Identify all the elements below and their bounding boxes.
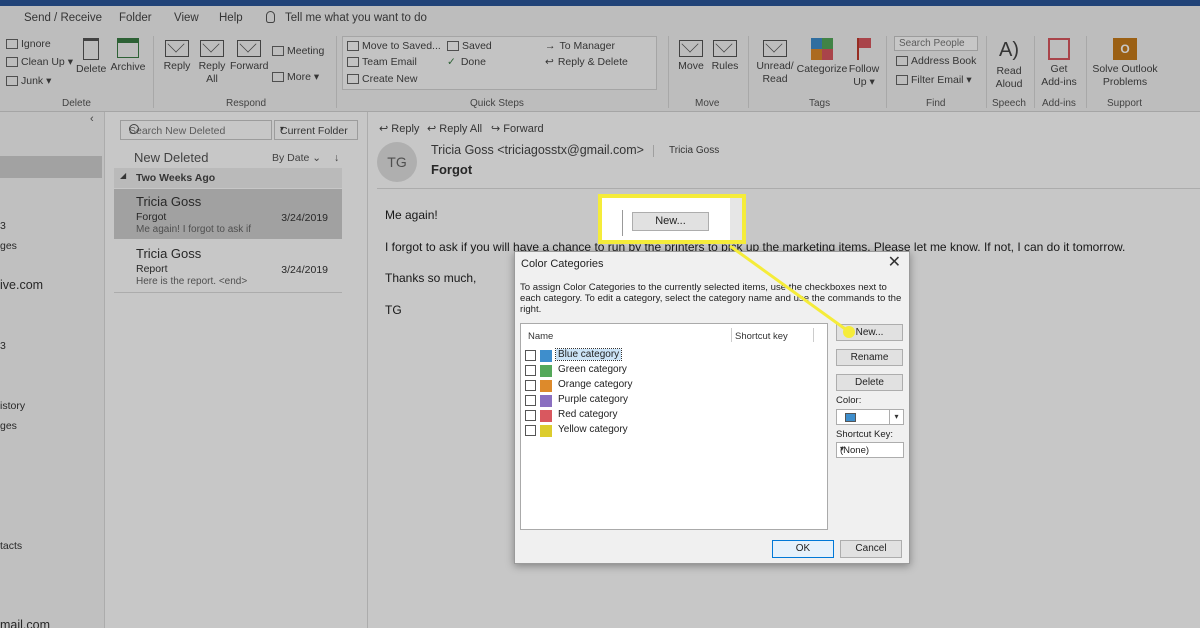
category-checkbox[interactable] (525, 380, 536, 391)
category-name[interactable]: Orange category (556, 379, 635, 390)
delete-button[interactable]: Delete (836, 374, 903, 391)
close-icon[interactable]: ✕ (888, 254, 901, 272)
category-row[interactable]: Purple category (525, 394, 725, 408)
callout-new-button[interactable]: New... (632, 212, 709, 231)
category-color-swatch (540, 380, 552, 392)
category-checkbox[interactable] (525, 365, 536, 376)
category-name[interactable]: Blue category (554, 348, 623, 361)
category-color-swatch (540, 350, 552, 362)
column-divider (731, 328, 732, 342)
dialog-title: Color Categories (521, 258, 604, 270)
category-color-swatch (540, 365, 552, 377)
color-picker[interactable]: ▾ (836, 409, 904, 425)
category-row[interactable]: Orange category (525, 379, 725, 393)
category-name[interactable]: Green category (556, 364, 629, 375)
shortcut-column-header[interactable]: Shortcut key (735, 331, 788, 342)
category-checkbox[interactable] (525, 395, 536, 406)
shortcut-key-select[interactable]: (None) ▾ (836, 442, 904, 458)
callout-divider (622, 210, 623, 236)
category-name[interactable]: Yellow category (556, 424, 630, 435)
category-row[interactable]: Yellow category (525, 424, 725, 438)
chevron-down-icon: ▾ (889, 410, 903, 424)
column-divider (813, 328, 814, 342)
category-row[interactable]: Green category (525, 364, 725, 378)
color-categories-dialog: Color Categories ✕ To assign Color Categ… (514, 251, 910, 564)
category-checkbox[interactable] (525, 410, 536, 421)
cancel-button[interactable]: Cancel (840, 540, 902, 558)
category-name[interactable]: Purple category (556, 394, 630, 405)
color-label: Color: (836, 395, 862, 406)
name-column-header[interactable]: Name (528, 331, 553, 342)
category-color-swatch (540, 425, 552, 437)
category-name[interactable]: Red category (556, 409, 619, 420)
shortcut-key-label: Shortcut Key: (836, 429, 894, 440)
new-category-button[interactable]: New... (836, 324, 903, 341)
selected-color-swatch (845, 413, 856, 422)
category-checkbox[interactable] (525, 425, 536, 436)
category-checkbox[interactable] (525, 350, 536, 361)
callout-edge (730, 198, 742, 240)
dialog-description: To assign Color Categories to the curren… (520, 282, 902, 315)
zoom-callout: New... (598, 194, 746, 244)
category-row[interactable]: Red category (525, 409, 725, 423)
chevron-down-icon: ▾ (840, 444, 845, 453)
rename-button[interactable]: Rename (836, 349, 903, 366)
ok-button[interactable]: OK (772, 540, 834, 558)
category-list[interactable]: Name Shortcut key Blue category Green cat… (520, 323, 828, 530)
category-row[interactable]: Blue category (525, 348, 725, 363)
category-color-swatch (540, 410, 552, 422)
category-color-swatch (540, 395, 552, 407)
